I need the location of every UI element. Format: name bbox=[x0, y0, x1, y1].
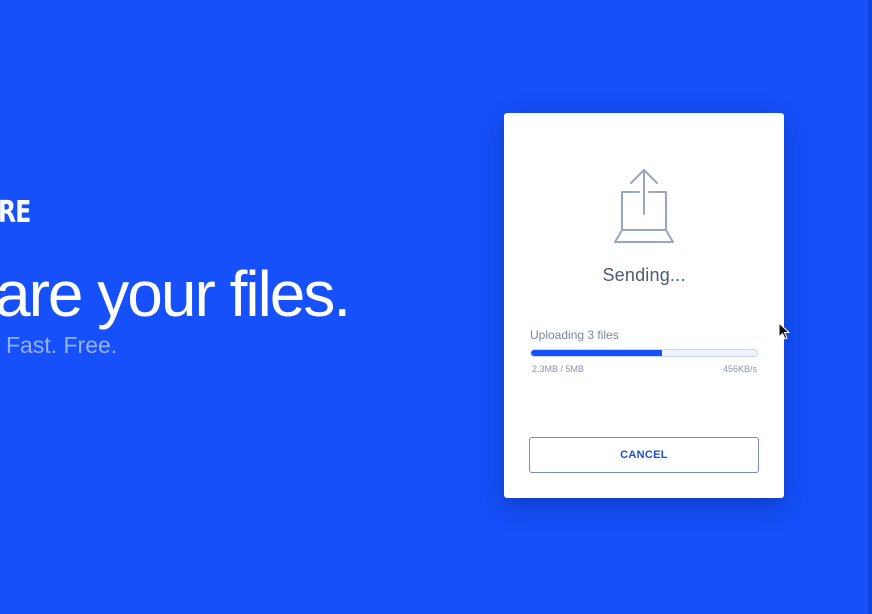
upload-laptop-icon bbox=[614, 169, 674, 243]
hero-tagline: Fast. Free. bbox=[6, 332, 118, 358]
status-title: Sending... bbox=[602, 265, 686, 285]
brand-logo-fragment: RE bbox=[0, 195, 31, 230]
progress-label: Uploading 3 files bbox=[530, 328, 619, 342]
upload-dialog: Sending... Uploading 3 files 2.3MB / 5MB… bbox=[504, 113, 784, 498]
mouse-cursor-icon bbox=[778, 322, 790, 340]
window-edge bbox=[868, 0, 872, 614]
transferred-size: 2.3MB / 5MB bbox=[532, 364, 585, 374]
progress-fill bbox=[531, 350, 663, 356]
transfer-rate: 456KB/s bbox=[722, 364, 757, 374]
progress-bar bbox=[530, 349, 758, 357]
cancel-button[interactable]: CANCEL bbox=[529, 437, 759, 473]
hero-headline: are your files. bbox=[0, 258, 351, 330]
